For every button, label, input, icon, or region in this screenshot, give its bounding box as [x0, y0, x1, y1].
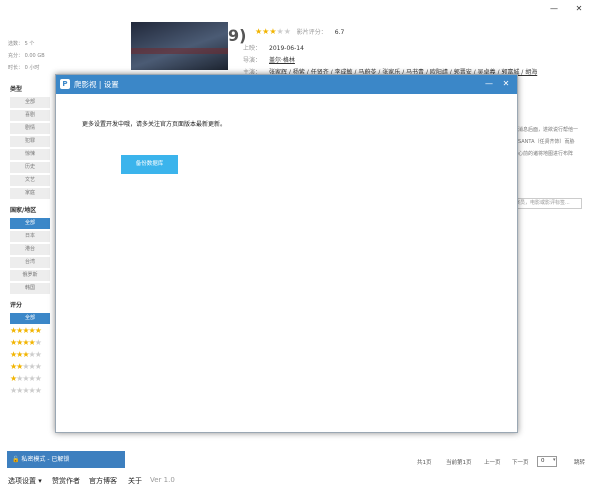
lock-icon: 🔓 — [12, 456, 20, 463]
current-page: 当前第1页 — [446, 460, 472, 466]
search-input[interactable]: 演员，电影或影评标签... — [510, 198, 582, 209]
type-filter-history[interactable]: 历史 — [10, 162, 50, 173]
backup-database-button[interactable]: 备份数据库 — [121, 155, 178, 174]
movie-rating-stars: ★★★★★ — [255, 27, 291, 36]
privacy-mode-label: 私密模式 - 已解锁 — [21, 456, 70, 463]
rating-label: 影片评分： — [296, 29, 327, 36]
stat-count: 选数： 5 个 — [8, 41, 35, 47]
menu-sponsor-author[interactable]: 赞赏作者 — [52, 476, 80, 486]
region-filter-all[interactable]: 全部 — [10, 218, 50, 229]
rating-filter-5-stars[interactable]: ★★★★★ — [10, 326, 52, 335]
movie-desc-line: 消息后面，遂欲说行帮他一 — [518, 127, 579, 133]
dialog-title: 爬影视 | 设置 — [74, 80, 119, 89]
dialog-message: 更多设置开发中哦，请多关注官方页面版本最新更新。 — [82, 121, 227, 128]
rating-filter-all[interactable]: 全部 — [10, 313, 50, 324]
rating-section-title: 评分 — [10, 302, 23, 309]
star-icon: ★ — [34, 350, 42, 359]
menu-about[interactable]: 关于 — [128, 476, 142, 486]
star-icon: ★ — [34, 374, 42, 383]
star-icon: ★ — [34, 362, 42, 371]
type-filter-art[interactable]: 文艺 — [10, 175, 50, 186]
star-icon: ★ — [269, 27, 277, 36]
type-filter-drama[interactable]: 剧情 — [10, 123, 50, 134]
star-icon: ★ — [283, 27, 291, 36]
movie-director: 导演： 盖尔·格林 — [243, 57, 295, 64]
movie-rating: ★★★★★ 影片评分： 6.7 — [255, 27, 344, 36]
movie-release: 上映： 2019-06-14 — [243, 45, 304, 52]
window-title-bar: — ✕ — [0, 0, 600, 18]
region-filter-russia[interactable]: 俄罗斯 — [10, 270, 50, 281]
movie-desc-line: 心前的诸将地图进行布阵 — [518, 151, 574, 157]
dialog-close-button[interactable]: ✕ — [500, 78, 512, 90]
region-filter-korea[interactable]: 韩国 — [10, 283, 50, 294]
dialog-minimize-button[interactable]: — — [483, 78, 495, 90]
close-button[interactable]: ✕ — [571, 2, 587, 16]
rating-filter-2-stars[interactable]: ★★★★★ — [10, 362, 52, 371]
movie-desc-line: SANTA（任贤齐饰）而胁 — [518, 139, 575, 145]
chevron-down-icon[interactable]: ▾ — [553, 457, 556, 463]
rating-value: 6.7 — [334, 29, 345, 36]
menu-official-blog[interactable]: 官方博客 — [89, 476, 117, 486]
stat-duration: 时长： 0 小时 — [8, 65, 40, 71]
type-filter-crime[interactable]: 犯罪 — [10, 136, 50, 147]
movie-poster[interactable] — [131, 22, 228, 70]
type-filter-all[interactable]: 全部 — [10, 97, 50, 108]
next-page-link[interactable]: 下一页 — [512, 458, 529, 466]
stat-size: 充分： 0.00 GB — [8, 53, 45, 59]
rating-filter-4-stars[interactable]: ★★★★★ — [10, 338, 52, 347]
type-filter-thriller[interactable]: 惊悚 — [10, 149, 50, 160]
star-icon: ★ — [34, 386, 42, 395]
region-filter-japan[interactable]: 日本 — [10, 231, 50, 242]
region-filter-hk-tw[interactable]: 港台 — [10, 244, 50, 255]
poster-band — [131, 48, 228, 54]
rating-filter-3-stars[interactable]: ★★★★★ — [10, 350, 52, 359]
settings-dialog: P 爬影视 | 设置 — ✕ 更多设置开发中哦，请多关注官方页面版本最新更新。 … — [55, 74, 518, 433]
star-icon: ★ — [34, 326, 42, 335]
menu-options-settings[interactable]: 选项设置 ▾ — [8, 476, 42, 486]
jump-button[interactable]: 跳转 — [574, 458, 585, 466]
app-logo-icon: P — [60, 79, 70, 89]
star-icon: ★ — [34, 338, 42, 347]
type-filter-comedy[interactable]: 喜剧 — [10, 110, 50, 121]
privacy-mode-button[interactable]: 🔓 私密模式 - 已解锁 — [7, 451, 125, 468]
type-section-title: 类型 — [10, 86, 23, 93]
rating-filter-0-stars[interactable]: ★★★★★ — [10, 386, 52, 395]
type-filter-family[interactable]: 家庭 — [10, 188, 50, 199]
version-label: Ver 1.0 — [150, 476, 175, 484]
prev-page-link[interactable]: 上一页 — [484, 458, 501, 466]
rating-filter-1-stars[interactable]: ★★★★★ — [10, 374, 52, 383]
star-icon: ★ — [276, 27, 284, 36]
minimize-button[interactable]: — — [546, 2, 562, 16]
region-section-title: 国家/地区 — [10, 207, 37, 214]
total-pages: 共1页 — [417, 460, 432, 466]
dialog-title-bar[interactable]: P 爬影视 | 设置 — ✕ — [56, 75, 517, 94]
region-filter-taiwan[interactable]: 台湾 — [10, 257, 50, 268]
